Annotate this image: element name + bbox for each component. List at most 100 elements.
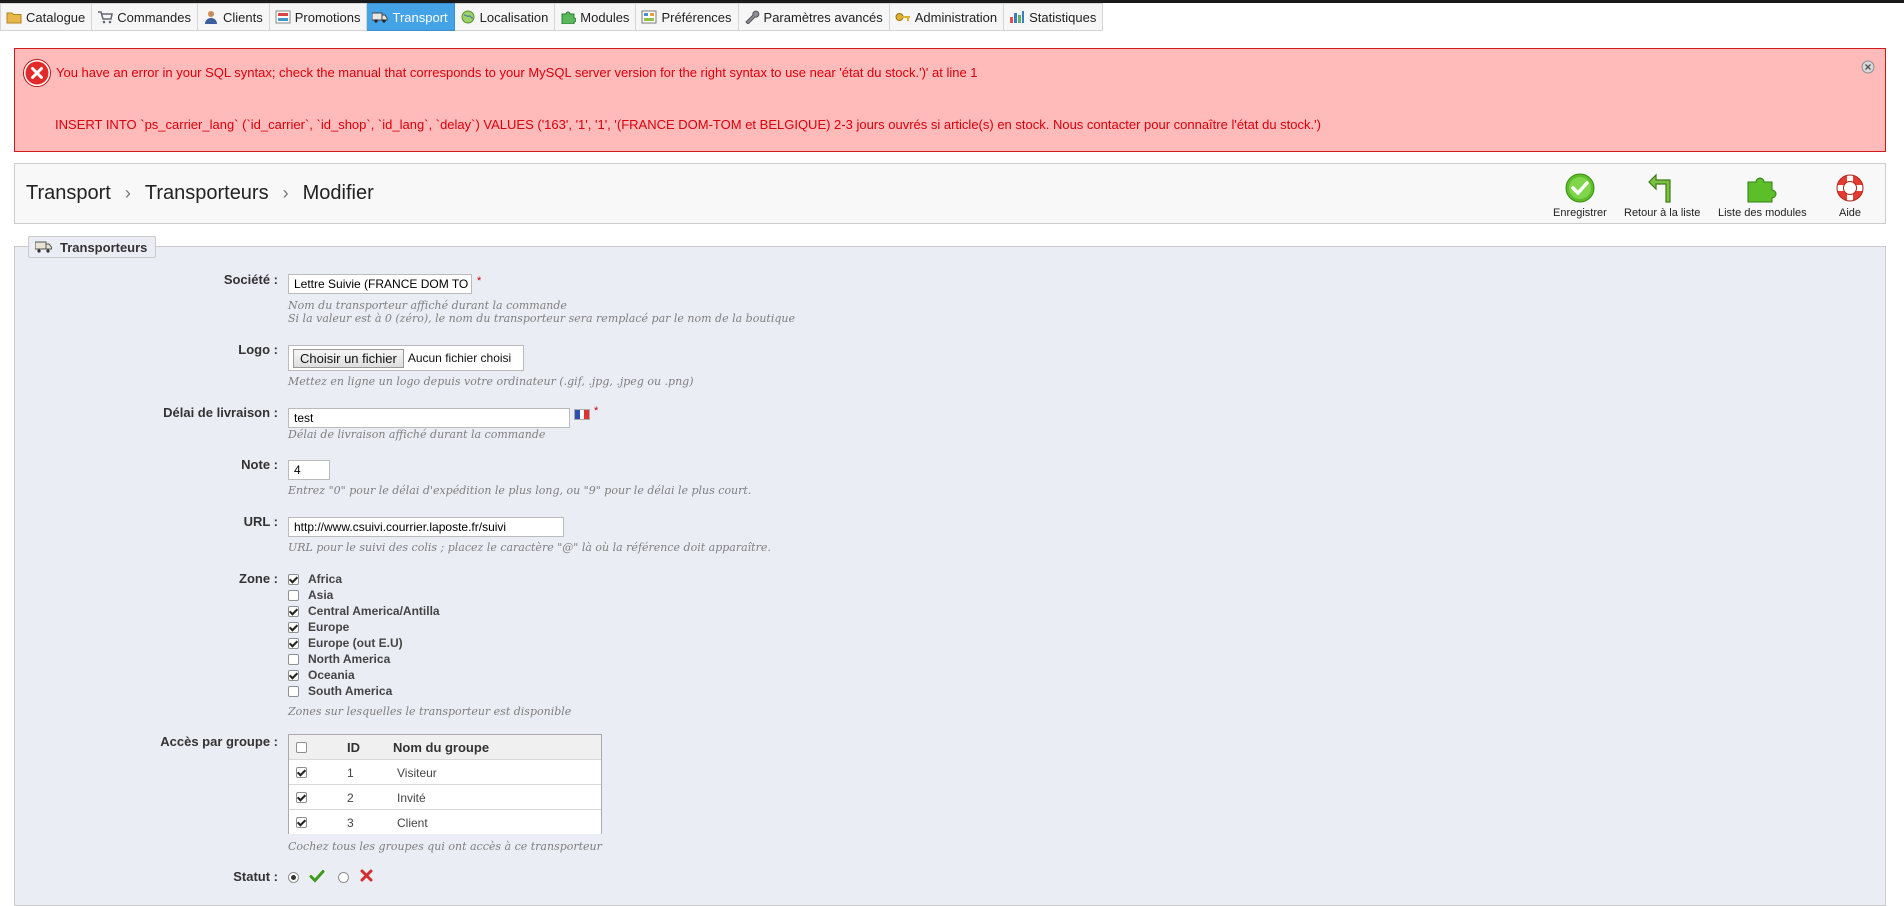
table-row: 3 Client — [289, 809, 601, 834]
zone-item-europe-out-eu[interactable]: Europe (out E.U) — [288, 635, 403, 651]
zone-checkbox[interactable] — [288, 621, 299, 633]
modules-label: Liste des modules — [1718, 207, 1807, 219]
url-hint: URL pour le suivi des colis ; placez le … — [288, 541, 771, 554]
nav-tab-administration[interactable]: Administration — [889, 3, 1005, 31]
nav-tab-modules[interactable]: Modules — [555, 3, 637, 31]
company-hint-2: Si la valeur est à 0 (zéro), le nom du t… — [288, 312, 795, 325]
zone-name: Central America/Antilla — [308, 604, 440, 618]
group-checkbox[interactable] — [296, 767, 307, 778]
company-name-input[interactable]: Lettre Suivie (FRANCE DOM TO — [288, 274, 472, 294]
group-checkbox[interactable] — [296, 817, 307, 828]
zone-checkbox[interactable] — [288, 605, 299, 617]
zone-name: Europe (out E.U) — [308, 636, 403, 650]
grade-label: Note : — [241, 457, 278, 472]
status-enabled-radio[interactable] — [288, 872, 299, 883]
zone-checkbox[interactable] — [288, 685, 299, 697]
breadcrumb-item-transporteurs[interactable]: Transporteurs — [145, 182, 269, 205]
zone-item-north-america[interactable]: North America — [288, 651, 390, 667]
nav-tab-commandes[interactable]: Commandes — [92, 3, 198, 31]
back-label: Retour à la liste — [1624, 207, 1701, 219]
zone-name: South America — [308, 684, 393, 698]
nav-label: Localisation — [479, 9, 549, 25]
zone-item-asia[interactable]: Asia — [288, 587, 333, 603]
no-file-chosen-text: Aucun fichier choisi — [407, 351, 512, 365]
delay-label: Délai de livraison : — [163, 405, 278, 420]
company-label: Société : — [223, 272, 278, 287]
back-to-list-button[interactable]: Retour à la liste — [1624, 172, 1700, 219]
error-alert: You have an error in your SQL syntax; ch… — [14, 48, 1886, 152]
group-name: Client — [397, 816, 428, 830]
help-button[interactable]: Aide — [1834, 172, 1866, 219]
nav-tab-catalogue[interactable]: Catalogue — [0, 3, 93, 31]
column-header-id: ID — [347, 740, 360, 755]
folder-icon — [6, 10, 22, 24]
error-query: INSERT INTO `ps_carrier_lang` (`id_carri… — [55, 117, 1321, 132]
table-row: 2 Invité — [289, 784, 601, 809]
globe-icon — [460, 10, 476, 24]
nav-tab-promotions[interactable]: Promotions — [269, 3, 368, 31]
nav-tab-statistiques[interactable]: Statistiques — [1004, 3, 1104, 31]
user-icon — [203, 10, 219, 24]
choose-file-button[interactable]: Choisir un fichier — [293, 348, 404, 368]
nav-tab-transport[interactable]: Transport — [367, 3, 455, 31]
nav-tab-localisation[interactable]: Localisation — [454, 3, 556, 31]
back-arrow-icon — [1648, 173, 1671, 203]
zone-checkbox[interactable] — [288, 637, 299, 649]
select-all-checkbox[interactable] — [296, 742, 307, 753]
nav-label: Catalogue — [26, 9, 86, 25]
group-id: 2 — [347, 791, 354, 805]
nav-label: Promotions — [294, 9, 361, 25]
zone-checkbox[interactable] — [288, 669, 299, 681]
help-label: Aide — [1838, 207, 1862, 219]
required-asterisk: * — [477, 275, 482, 287]
error-message: You have an error in your SQL syntax; ch… — [56, 65, 978, 80]
url-label: URL : — [243, 514, 278, 529]
zone-hint: Zones sur lesquelles le transporteur est… — [288, 705, 572, 718]
zone-item-oceania[interactable]: Oceania — [288, 667, 355, 683]
group-id: 1 — [347, 766, 354, 780]
tracking-url-input[interactable]: http://www.csuivi.courrier.laposte.fr/su… — [288, 517, 564, 537]
puzzle-icon — [1747, 177, 1777, 203]
nav-label: Clients — [222, 9, 263, 25]
zone-checkbox[interactable] — [288, 653, 299, 665]
zone-checkbox[interactable] — [288, 573, 299, 585]
logo-hint: Mettez en ligne un logo depuis votre ord… — [288, 375, 694, 388]
group-checkbox[interactable] — [296, 792, 307, 803]
close-icon[interactable] — [1861, 60, 1875, 74]
stats-icon — [1009, 10, 1025, 24]
table-row: 1 Visiteur — [289, 759, 601, 784]
nav-tab-clients[interactable]: Clients — [197, 3, 270, 31]
zone-item-south-america[interactable]: South America — [288, 683, 392, 699]
breadcrumb: Transport › Transporteurs › Modifier — [26, 182, 374, 205]
zone-name: Africa — [308, 572, 343, 586]
zone-name: North America — [308, 652, 391, 666]
grade-input[interactable]: 4 — [288, 460, 330, 480]
module-list-button[interactable]: Liste des modules — [1718, 172, 1807, 219]
checkmark-icon — [1565, 173, 1595, 203]
nav-tab-parametres-avances[interactable]: Paramètres avancés — [738, 3, 890, 31]
main-nav: Catalogue Commandes Clients Promotions T… — [0, 3, 1104, 31]
truck-icon — [35, 241, 52, 253]
nav-label: Commandes — [117, 9, 191, 25]
wrench-icon — [744, 10, 760, 24]
breadcrumb-item-transport[interactable]: Transport — [26, 182, 111, 205]
logo-label: Logo : — [238, 342, 278, 357]
save-button[interactable]: Enregistrer — [1553, 172, 1607, 219]
cart-icon — [97, 10, 114, 24]
nav-label: Administration — [914, 9, 998, 25]
zone-item-central-america[interactable]: Central America/Antilla — [288, 603, 440, 619]
france-flag-icon[interactable] — [574, 409, 590, 420]
nav-label: Paramètres avancés — [763, 9, 883, 25]
nav-label: Statistiques — [1029, 9, 1097, 25]
zone-checkbox[interactable] — [288, 589, 299, 601]
preferences-icon — [641, 10, 657, 24]
zone-item-europe[interactable]: Europe — [288, 619, 349, 635]
status-disabled-radio[interactable] — [338, 872, 349, 883]
table-header: ID Nom du groupe — [289, 735, 601, 760]
form-legend: Transporteurs — [28, 236, 157, 258]
zone-item-africa[interactable]: Africa — [288, 571, 342, 587]
nav-tab-preferences[interactable]: Préférences — [636, 3, 739, 31]
promotions-icon — [275, 10, 291, 24]
required-asterisk: * — [594, 405, 599, 417]
delivery-delay-input[interactable]: test — [288, 408, 570, 428]
